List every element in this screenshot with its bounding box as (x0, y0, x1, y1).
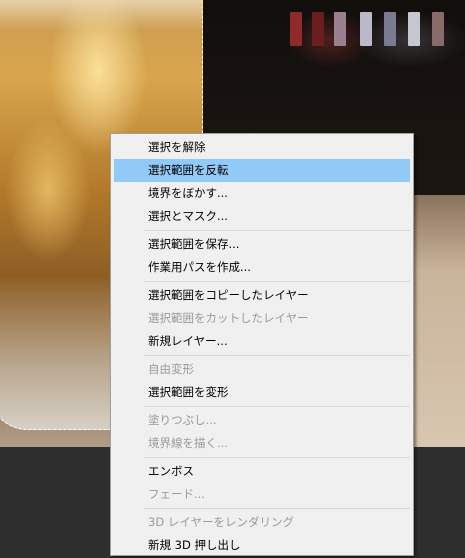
menu-item[interactable]: 選択範囲を変形 (114, 381, 410, 404)
menu-separator (144, 508, 410, 509)
menu-separator (144, 281, 410, 282)
menu-separator (144, 406, 410, 407)
menu-separator (144, 457, 410, 458)
menu-item: 3D レイヤーをレンダリング (148, 515, 294, 529)
beer-foam (0, 0, 203, 30)
menu-item[interactable]: 新規 3D 押し出し (114, 534, 410, 557)
menu-item[interactable]: 境界をぼかす... (114, 182, 410, 205)
menu-item: 自由変形 (148, 362, 194, 376)
menu-separator (144, 230, 410, 231)
menu-item: フェード... (148, 487, 205, 501)
menu-item: 境界線を描く... (148, 436, 228, 450)
bar-lights (290, 12, 465, 52)
menu-item[interactable]: 選択範囲をコピーしたレイヤー (114, 284, 410, 307)
menu-item: 選択範囲をカットしたレイヤー (148, 311, 309, 325)
menu-item[interactable]: 作業用パスを作成... (114, 256, 410, 279)
menu-item: 塗りつぶし... (148, 413, 217, 427)
menu-item[interactable]: 選択を解除 (114, 136, 410, 159)
menu-item[interactable]: 新規レイヤー... (114, 330, 410, 353)
menu-item[interactable]: 選択範囲を反転 (114, 159, 410, 182)
menu-separator (144, 355, 410, 356)
menu-item[interactable]: エンボス (114, 460, 410, 483)
menu-item[interactable]: 選択範囲を保存... (114, 233, 410, 256)
menu-item[interactable]: 選択とマスク... (114, 205, 410, 228)
context-menu: 選択を解除 選択範囲を反転 境界をぼかす... 選択とマスク... 選択範囲を保存...… (110, 133, 414, 556)
